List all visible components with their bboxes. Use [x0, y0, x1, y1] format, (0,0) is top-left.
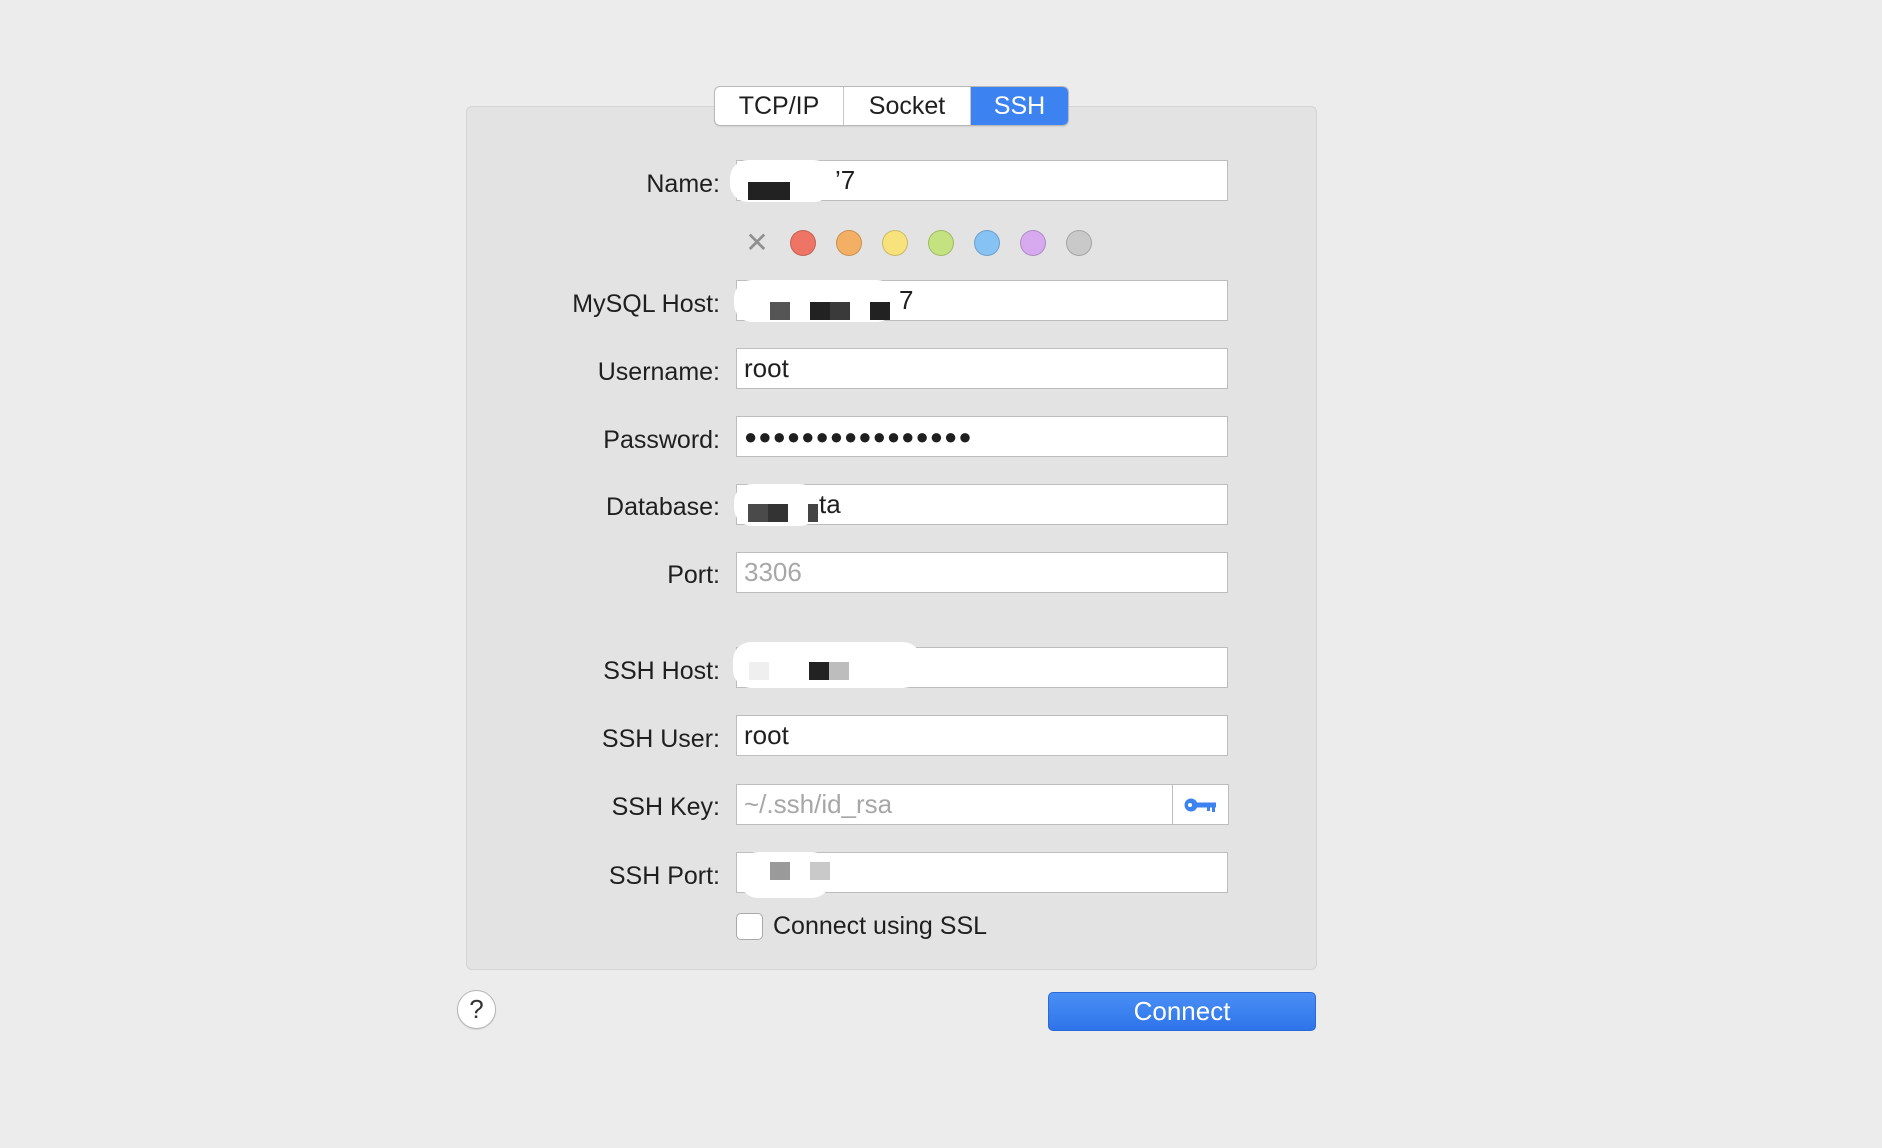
ssh-user-label: SSH User: [601, 725, 720, 753]
color-tag-yellow[interactable] [882, 230, 908, 256]
port-label: Port: [667, 561, 720, 589]
redacted-overlay [740, 852, 830, 898]
redacted-overlay [730, 160, 832, 202]
port-field[interactable]: 3306 [736, 552, 1228, 593]
redacted-block [830, 302, 850, 320]
password-field[interactable]: ●●●●●●●●●●●●●●●● [736, 416, 1228, 457]
redacted-block [748, 504, 768, 522]
color-tag-green[interactable] [928, 230, 954, 256]
key-icon [1184, 798, 1216, 812]
color-tag-red[interactable] [790, 230, 816, 256]
ssh-host-label: SSH Host: [603, 657, 720, 685]
username-label: Username: [597, 358, 720, 386]
ssh-user-field[interactable]: root [736, 715, 1228, 756]
redacted-block [768, 504, 788, 522]
ssh-key-field[interactable]: ~/.ssh/id_rsa [736, 784, 1173, 825]
redacted-block [810, 862, 830, 880]
tab-socket[interactable]: Socket [844, 87, 971, 125]
connection-type-tabs: TCP/IP Socket SSH [714, 86, 1069, 126]
color-tag-blue[interactable] [974, 230, 1000, 256]
database-value: ta [819, 489, 841, 519]
redacted-overlay [734, 280, 895, 322]
mysql-host-value: 7 [899, 285, 914, 315]
database-label: Database: [606, 493, 720, 521]
ssh-port-label: SSH Port: [608, 862, 720, 890]
redacted-overlay [734, 484, 818, 526]
color-tag-purple[interactable] [1020, 230, 1046, 256]
redacted-overlay [733, 642, 921, 688]
username-field[interactable]: root [736, 348, 1228, 389]
ssh-key-browse-button[interactable] [1172, 784, 1229, 825]
help-icon[interactable]: ? [457, 990, 496, 1029]
ssl-label: Connect using SSL [773, 911, 988, 940]
redacted-block [870, 302, 890, 320]
redacted-block [770, 862, 790, 880]
color-tag-orange[interactable] [836, 230, 862, 256]
name-label: Name: [646, 170, 720, 198]
password-label: Password: [603, 426, 720, 454]
ssh-key-label: SSH Key: [611, 793, 720, 821]
name-value: ’7 [835, 165, 856, 195]
redacted-block [749, 662, 769, 680]
tab-ssh[interactable]: SSH [971, 87, 1068, 125]
redacted-block [829, 662, 849, 680]
redacted-block [748, 182, 790, 200]
redacted-block [770, 302, 790, 320]
redacted-block [808, 504, 818, 522]
x-mark-icon[interactable]: ✕ [744, 228, 770, 258]
redacted-block [809, 662, 829, 680]
color-tag-gray[interactable] [1066, 230, 1092, 256]
tab-tcp-ip[interactable]: TCP/IP [715, 87, 844, 125]
redacted-block [810, 302, 830, 320]
mysql-host-label: MySQL Host: [572, 290, 720, 318]
ssl-option: Connect using SSL [736, 910, 987, 942]
connect-button[interactable]: Connect [1048, 992, 1316, 1031]
ssl-checkbox[interactable] [736, 912, 763, 940]
